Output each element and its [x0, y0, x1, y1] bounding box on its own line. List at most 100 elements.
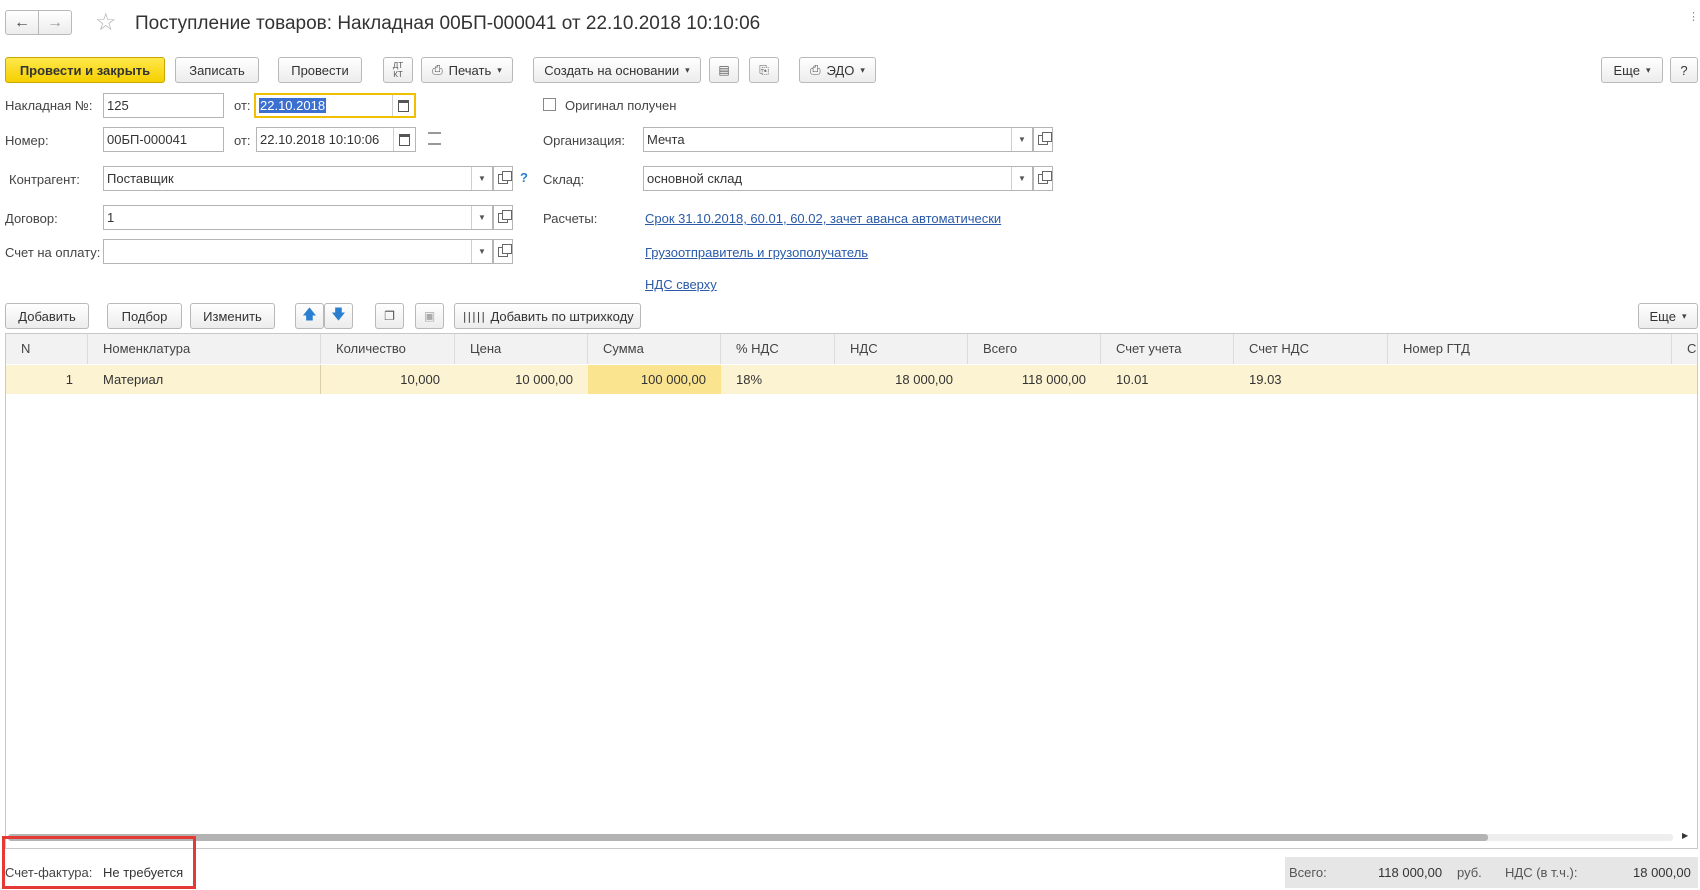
- counterparty-input[interactable]: Поставщик ▼: [103, 166, 493, 191]
- counterparty-help-icon[interactable]: ?: [520, 170, 528, 185]
- column-header-extra[interactable]: С: [1672, 334, 1697, 364]
- cell-gtd[interactable]: [1388, 365, 1697, 394]
- warehouse-open-button[interactable]: [1033, 166, 1053, 191]
- organization-value: Мечта: [647, 132, 685, 147]
- post-and-close-button[interactable]: Провести и закрыть: [5, 57, 165, 83]
- contract-value: 1: [107, 210, 115, 225]
- move-down-button[interactable]: 🡇: [324, 303, 353, 329]
- column-header-quantity[interactable]: Количество: [321, 334, 455, 364]
- copy-row-button[interactable]: ❐: [375, 303, 404, 329]
- edo-button[interactable]: ⎙ ЭДО ▾: [799, 57, 876, 83]
- vat-included-label: НДС (в т.ч.):: [1505, 865, 1578, 880]
- chevron-down-icon: ▾: [860, 64, 865, 75]
- invoice-number-label: Накладная №:: [5, 98, 93, 113]
- help-button[interactable]: ?: [1670, 57, 1698, 83]
- goods-table[interactable]: [5, 333, 1698, 849]
- contract-label: Договор:: [5, 211, 58, 226]
- column-header-vat[interactable]: НДС: [835, 334, 968, 364]
- column-header-total[interactable]: Всего: [968, 334, 1101, 364]
- counterparty-value: Поставщик: [107, 171, 174, 186]
- vat-included-value: 18 000,00: [1633, 865, 1691, 880]
- cell-vat-rate[interactable]: 18%: [721, 365, 835, 394]
- add-by-barcode-button[interactable]: ||||| Добавить по штрихкоду: [454, 303, 641, 329]
- counterparty-open-button[interactable]: [493, 166, 513, 191]
- forward-button[interactable]: →: [38, 10, 72, 35]
- contract-input[interactable]: 1 ▼: [103, 205, 493, 230]
- calendar-icon[interactable]: [392, 95, 414, 116]
- comment-icon[interactable]: [428, 132, 441, 145]
- cell-total[interactable]: 118 000,00: [968, 365, 1101, 394]
- invoice-date-input[interactable]: 22.10.2018: [254, 93, 416, 118]
- save-button[interactable]: Записать: [175, 57, 259, 83]
- structure-button[interactable]: ▤: [709, 57, 739, 83]
- column-header-vat-account[interactable]: Счет НДС: [1234, 334, 1388, 364]
- payment-invoice-open-button[interactable]: [493, 239, 513, 264]
- column-header-nomenclature[interactable]: Номенклатура: [88, 334, 321, 364]
- attach-button[interactable]: ⎘: [749, 57, 779, 83]
- scrollbar-thumb[interactable]: [8, 834, 1488, 841]
- original-received-checkbox[interactable]: [543, 98, 556, 111]
- cell-vat-account[interactable]: 19.03: [1234, 365, 1388, 394]
- cell-vat[interactable]: 18 000,00: [835, 365, 968, 394]
- cell-nomenclature[interactable]: Материал: [88, 365, 321, 394]
- invoice-date-value: 22.10.2018: [259, 98, 327, 113]
- chevron-down-icon[interactable]: ▼: [471, 167, 492, 190]
- invoice-footer-value[interactable]: Не требуется: [103, 865, 183, 880]
- counterparty-label: Контрагент:: [9, 172, 80, 187]
- settlements-label: Расчеты:: [543, 211, 598, 226]
- number-date-input[interactable]: 22.10.2018 10:10:06: [256, 127, 416, 152]
- invoice-date-from-label: от:: [234, 98, 251, 113]
- chevron-down-icon: ▾: [1645, 64, 1651, 75]
- star-icon[interactable]: ☆: [95, 8, 117, 37]
- back-button[interactable]: ←: [5, 10, 39, 35]
- column-header-gtd[interactable]: Номер ГТД: [1388, 334, 1672, 364]
- cell-sum[interactable]: 100 000,00: [588, 365, 721, 394]
- pick-button[interactable]: Подбор: [107, 303, 182, 329]
- column-header-vat-rate[interactable]: % НДС: [721, 334, 835, 364]
- chevron-down-icon[interactable]: ▼: [1011, 167, 1032, 190]
- contract-open-button[interactable]: [493, 205, 513, 230]
- edo-icon: ⎙: [810, 62, 821, 77]
- open-icon: [498, 243, 512, 257]
- paste-button[interactable]: ▣: [415, 303, 444, 329]
- chevron-down-icon[interactable]: ▼: [471, 240, 492, 263]
- table-more-button[interactable]: Еще ▾: [1638, 303, 1698, 329]
- total-label: Всего:: [1289, 865, 1327, 880]
- invoice-number-input[interactable]: 125: [103, 93, 224, 118]
- payment-invoice-input[interactable]: ▼: [103, 239, 493, 264]
- move-up-button[interactable]: 🡅: [295, 303, 324, 329]
- calendar-icon[interactable]: [393, 128, 415, 151]
- window-menu-icon[interactable]: ⋮: [1688, 10, 1699, 23]
- more-button[interactable]: Еще ▾: [1601, 57, 1663, 83]
- horizontal-scrollbar[interactable]: [8, 834, 1673, 841]
- total-value: 118 000,00: [1378, 865, 1443, 880]
- dt-icon-label: ДТ: [392, 61, 404, 70]
- edit-button[interactable]: Изменить: [190, 303, 275, 329]
- more-label: Еще: [1613, 62, 1640, 78]
- settlements-link[interactable]: Срок 31.10.2018, 60.01, 60.02, зачет ава…: [645, 211, 1001, 226]
- cell-account[interactable]: 10.01: [1101, 365, 1234, 394]
- post-button[interactable]: Провести: [278, 57, 362, 83]
- arrow-left-icon: ←: [14, 13, 30, 31]
- scroll-right-icon[interactable]: ▶: [1682, 831, 1688, 840]
- column-header-n[interactable]: N: [6, 334, 88, 364]
- add-row-button[interactable]: Добавить: [5, 303, 89, 329]
- cell-price[interactable]: 10 000,00: [455, 365, 588, 394]
- chevron-down-icon[interactable]: ▼: [471, 206, 492, 229]
- dtkt-button[interactable]: ДТ КТ: [383, 57, 413, 83]
- cell-quantity[interactable]: 10,000: [321, 365, 455, 394]
- organization-input[interactable]: Мечта ▼: [643, 127, 1033, 152]
- chevron-down-icon: ▾: [1681, 310, 1687, 321]
- cell-n[interactable]: 1: [6, 365, 88, 394]
- number-input[interactable]: 00БП-000041: [103, 127, 224, 152]
- print-button[interactable]: ⎙ Печать ▾: [421, 57, 513, 83]
- warehouse-input[interactable]: основной склад ▼: [643, 166, 1033, 191]
- column-header-price[interactable]: Цена: [455, 334, 588, 364]
- organization-open-button[interactable]: [1033, 127, 1053, 152]
- column-header-account[interactable]: Счет учета: [1101, 334, 1234, 364]
- chevron-down-icon[interactable]: ▼: [1011, 128, 1032, 151]
- create-based-on-button[interactable]: Создать на основании ▾: [533, 57, 701, 83]
- shipper-consignee-link[interactable]: Грузоотправитель и грузополучатель: [645, 245, 868, 260]
- vat-on-top-link[interactable]: НДС сверху: [645, 277, 717, 292]
- column-header-sum[interactable]: Сумма: [588, 334, 721, 364]
